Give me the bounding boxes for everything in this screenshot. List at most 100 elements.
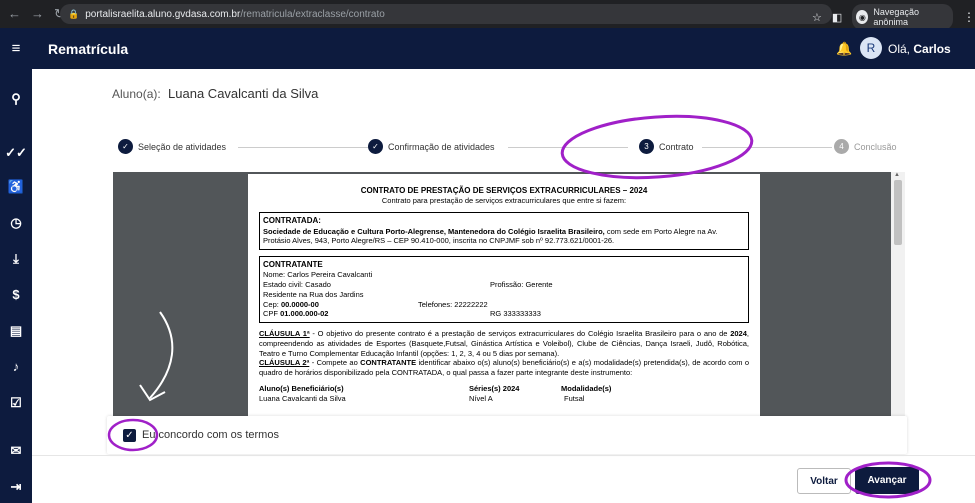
clock-icon[interactable]: ◷	[0, 215, 32, 231]
star-icon[interactable]: ☆	[812, 11, 822, 24]
clause-2-bold: CONTRATANTE	[360, 358, 417, 368]
table-header: Aluno(s) Beneficiário(s)	[259, 383, 344, 393]
beneficiaries-table: Aluno(s) Beneficiário(s) Séries(s) 2024 …	[259, 384, 749, 404]
page-title: Rematrícula	[48, 40, 129, 57]
clause-2-text: - Compete ao	[309, 358, 361, 368]
telefones-label: Telefones:	[418, 299, 453, 309]
next-button[interactable]: Avançar	[855, 467, 919, 494]
scroll-up-icon[interactable]: ▲	[894, 172, 900, 178]
side-panel-icon[interactable]: ◧	[832, 11, 842, 24]
check-icon: ✓	[118, 139, 133, 154]
sidebar: ⚲ ✓✓ ♿ ◷ ⤓ $ ▤ ♪ ☑ ✉ ⇥	[0, 69, 38, 503]
estado-label: Estado civil:	[263, 280, 304, 290]
contract-scrollbar[interactable]: ▲	[891, 172, 905, 454]
table-cell: Nível A	[469, 393, 493, 403]
student-name: Luana Cavalcanti da Silva	[168, 86, 341, 101]
nome-value: Carlos Pereira Cavalcanti	[287, 270, 373, 280]
main-content: Aluno(a): Luana Cavalcanti da Silva ✓ Se…	[32, 69, 975, 503]
residente-value: Rua dos Jardins	[309, 289, 364, 299]
contract-viewer[interactable]: CONTRATO DE PRESTAÇÃO DE SERVIÇOS EXTRAC…	[113, 172, 905, 454]
student-info: Aluno(a): Luana Cavalcanti da Silva	[112, 86, 341, 101]
residente-label: Residente na	[263, 289, 308, 299]
greeting-text: Olá,	[888, 41, 911, 56]
table-header: Modalidade(s)	[561, 383, 612, 393]
browser-actions: ☆ ◧ ◉ Navegação anônima ⋮	[812, 4, 975, 30]
hamburger-menu-icon[interactable]: ≡	[0, 40, 32, 57]
table-cell: Luana Cavalcanti da Silva	[259, 393, 346, 403]
check-icon: ✓	[368, 139, 383, 154]
clause-1-text: - O objetivo do presente contrato é a pr…	[309, 329, 731, 339]
cep-label: Cep:	[263, 299, 279, 309]
step-number: 3	[639, 139, 654, 154]
document-icon[interactable]: ▤	[0, 323, 32, 339]
stepper-line	[702, 147, 832, 148]
contract-page: CONTRATO DE PRESTAÇÃO DE SERVIÇOS EXTRAC…	[248, 174, 760, 454]
step-contrato[interactable]: 3 Contrato	[639, 139, 698, 154]
app-header: ≡ Rematrícula 🔔 R Olá, Carlos	[0, 28, 975, 69]
search-icon[interactable]: ⚲	[0, 91, 32, 107]
clause-1-title: CLÁUSULA 1ª	[259, 329, 310, 339]
contratante-header: CONTRATANTE	[263, 260, 323, 270]
contratante-box: CONTRATANTE Nome: Carlos Pereira Cavalca…	[259, 256, 749, 324]
nome-row: Nome: Carlos Pereira Cavalcanti	[263, 270, 745, 280]
url-path: /rematricula/extraclasse/contrato	[240, 8, 385, 20]
cep-row: Cep: 00.0000-00 Telefones: 22222222	[263, 300, 745, 310]
step-conclusao[interactable]: 4 Conclusão	[834, 139, 901, 154]
user-greeting[interactable]: Olá, Carlos	[888, 42, 951, 56]
incognito-label: Navegação anônima	[873, 7, 919, 27]
url-host: portalisraelita.aluno.gvdasa.com.br	[85, 8, 241, 20]
step-selecao[interactable]: ✓ Seleção de atividades	[118, 139, 231, 154]
logout-icon[interactable]: ⇥	[0, 479, 32, 495]
profissao-value: Gerente	[525, 280, 553, 290]
step-confirmacao[interactable]: ✓ Confirmação de atividades	[368, 139, 499, 154]
checklist-icon[interactable]: ☑	[0, 395, 32, 411]
residente-row: Residente na Rua dos Jardins	[263, 290, 745, 300]
stepper: ✓ Seleção de atividades ✓ Confirmação de…	[118, 139, 938, 157]
accessibility-icon[interactable]: ♿	[0, 179, 32, 195]
download-icon[interactable]: ⤓	[0, 251, 32, 267]
footer-divider	[32, 455, 975, 456]
student-label: Aluno(a):	[112, 87, 161, 101]
avatar[interactable]: R	[860, 37, 882, 59]
cpf-value: 01.000.000-02	[280, 309, 329, 319]
lock-icon: 🔒	[68, 8, 80, 19]
step-label: Seleção de atividades	[138, 141, 227, 152]
estado-row: Estado civil: Casado Profissão: Gerente	[263, 280, 745, 290]
back-button[interactable]: Voltar	[797, 468, 851, 494]
estado-value: Casado	[305, 280, 331, 290]
clause-1-year: 2024	[730, 329, 747, 339]
stepper-line	[238, 147, 388, 148]
back-arrow-icon[interactable]: ←	[8, 6, 21, 22]
contratada-header: CONTRATADA:	[263, 216, 321, 226]
table-cell: Futsal	[564, 393, 585, 403]
forward-arrow-icon[interactable]: →	[31, 6, 44, 22]
telefones-value: 22222222	[454, 299, 488, 309]
contract-subtitle: Contrato para prestação de serviços extr…	[381, 196, 627, 206]
incognito-badge[interactable]: ◉ Navegação anônima	[852, 4, 953, 30]
browser-menu-icon[interactable]: ⋮	[963, 10, 975, 24]
contract-title: CONTRATO DE PRESTAÇÃO DE SERVIÇOS EXTRAC…	[360, 186, 648, 195]
step-label: Confirmação de atividades	[388, 141, 495, 152]
address-bar[interactable]: 🔒 portalisraelita.aluno.gvdasa.com.br/re…	[60, 4, 832, 24]
rg-label: RG	[490, 309, 502, 319]
dollar-icon[interactable]: $	[0, 287, 32, 302]
chat-icon[interactable]: ✉	[0, 443, 32, 459]
agreement-row[interactable]: ✓ Eu concordo com os termos	[107, 416, 907, 454]
agree-checkbox[interactable]: ✓	[123, 428, 136, 442]
contratada-name: Sociedade de Educação e Cultura Porto-Al…	[263, 226, 605, 236]
incognito-icon: ◉	[856, 10, 869, 24]
step-label: Conclusão	[854, 141, 897, 152]
cpf-row: CPF 01.000.000-02 RG 333333333	[263, 309, 745, 319]
notification-bell-icon[interactable]: 🔔	[836, 41, 852, 57]
nome-label: Nome:	[263, 270, 286, 280]
contratada-box: CONTRATADA: Sociedade de Educação e Cult…	[259, 212, 749, 251]
stepper-line	[508, 147, 628, 148]
rg-value: 333333333	[503, 309, 541, 319]
cep-value: 00.0000-00	[280, 299, 319, 309]
bell-icon[interactable]: ♪	[0, 359, 32, 374]
step-number: 4	[834, 139, 849, 154]
scroll-thumb[interactable]	[894, 180, 902, 245]
agree-label[interactable]: Eu concordo com os termos	[142, 429, 279, 441]
cpf-label: CPF	[263, 309, 278, 319]
double-check-icon[interactable]: ✓✓	[0, 145, 32, 161]
